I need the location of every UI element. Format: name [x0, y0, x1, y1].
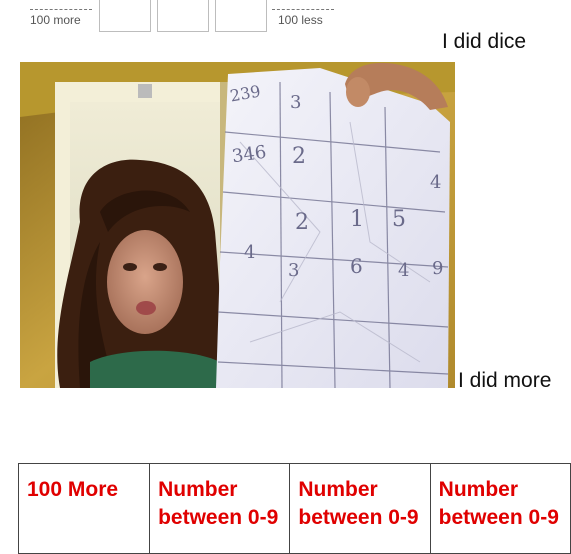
label-100-less: 100 less — [278, 13, 323, 27]
paper-number-11: 6 — [350, 254, 363, 278]
answer-box-3 — [215, 0, 267, 32]
caption-dice: I did dice — [442, 30, 527, 53]
paper-number-6: 1 — [350, 207, 364, 232]
activity-table: 100 More Number between 0-9 Number betwe… — [17, 463, 571, 554]
paper-number-8: 4 — [430, 172, 442, 193]
header-number-0-9-b: Number between 0-9 — [289, 463, 431, 554]
answer-box-1 — [99, 0, 151, 32]
header-number-0-9-c: Number between 0-9 — [429, 463, 571, 554]
header-number-0-9-a: Number between 0-9 — [149, 463, 291, 554]
answer-line-100-more — [30, 9, 92, 10]
paper-number-12: 4 — [398, 260, 410, 281]
worksheet-strip: 100 more 100 less — [0, 0, 571, 34]
header-100-more: 100 More — [17, 463, 151, 554]
answer-line-100-less — [272, 9, 334, 10]
paper-number-13: 9 — [432, 258, 444, 279]
paper-number-7: 5 — [392, 207, 406, 232]
table-header-row: 100 More Number between 0-9 Number betwe… — [17, 463, 571, 554]
paper-number-2: 3 — [290, 92, 302, 113]
paper-number-9: 4 — [244, 242, 256, 263]
paper-number-10: 3 — [288, 260, 300, 281]
paper-number-4: 2 — [292, 144, 306, 169]
student-photo: 239 3 346 2 2 1 5 4 4 3 6 4 9 — [20, 62, 455, 388]
label-100-more: 100 more — [30, 13, 81, 27]
answer-box-2 — [157, 0, 209, 32]
caption-more: I did more — [458, 369, 552, 392]
paper-number-5: 2 — [295, 210, 309, 235]
photo-image — [20, 62, 455, 388]
